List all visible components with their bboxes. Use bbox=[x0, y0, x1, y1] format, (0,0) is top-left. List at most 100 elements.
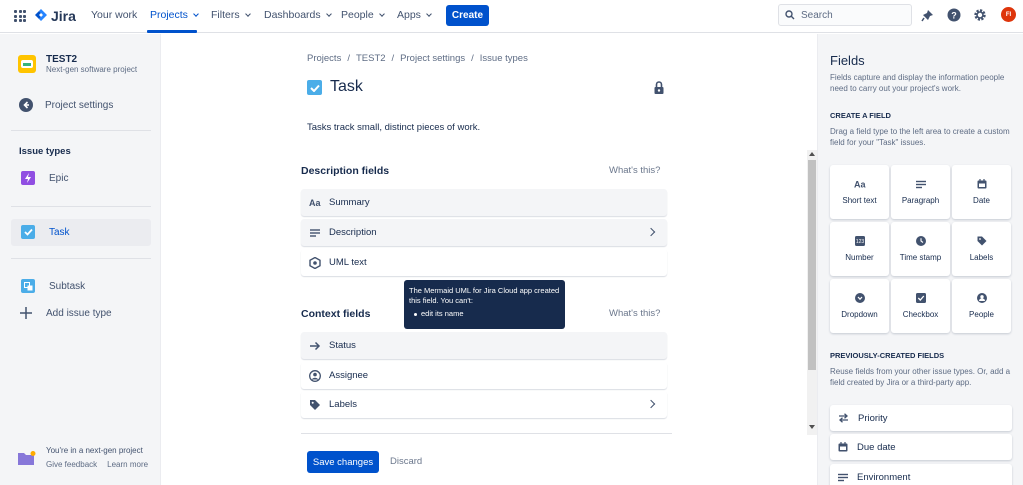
nav-active-indicator bbox=[147, 30, 197, 33]
app-switcher-icon[interactable] bbox=[14, 10, 26, 22]
back-to-project-settings[interactable]: Project settings bbox=[19, 98, 113, 112]
sidebar-item-subtask[interactable]: Subtask bbox=[21, 279, 85, 293]
nav-people[interactable]: People bbox=[341, 9, 386, 21]
project-type: Next-gen software project bbox=[46, 65, 138, 74]
give-feedback-link[interactable]: Give feedback bbox=[46, 460, 97, 469]
sidebar-item-task[interactable]: Task bbox=[21, 225, 70, 239]
sidebar-item-task-label: Task bbox=[49, 226, 70, 238]
field-row-labels[interactable]: Labels bbox=[301, 391, 667, 418]
sidebar-divider bbox=[11, 130, 151, 131]
discard-button[interactable]: Discard bbox=[390, 456, 422, 467]
search-icon bbox=[785, 10, 795, 20]
previous-field-environment[interactable]: Environment bbox=[830, 464, 1012, 485]
scroll-up-arrow-icon[interactable] bbox=[809, 152, 815, 156]
save-changes-button[interactable]: Save changes bbox=[307, 451, 379, 473]
nav-dashboards-label: Dashboards bbox=[264, 9, 321, 21]
tooltip-restrictions-list: edit its name bbox=[409, 309, 560, 319]
svg-text:123: 123 bbox=[855, 239, 864, 245]
settings-gear-icon[interactable] bbox=[972, 7, 988, 23]
short-text-icon: Aa bbox=[309, 198, 321, 208]
field-type-date[interactable]: Date bbox=[952, 165, 1011, 219]
chevron-right-icon[interactable] bbox=[646, 399, 656, 409]
lock-icon[interactable] bbox=[654, 81, 664, 94]
page-title[interactable]: Task bbox=[330, 78, 363, 96]
breadcrumb-issue-types[interactable]: Issue types bbox=[480, 53, 528, 64]
app-field-tooltip: The Mermaid UML for Jira Cloud app creat… bbox=[404, 280, 565, 329]
field-type-label: Time stamp bbox=[899, 253, 942, 262]
nav-dashboards[interactable]: Dashboards bbox=[264, 9, 333, 21]
field-assignee-label: Assignee bbox=[329, 370, 369, 381]
field-type-checkbox[interactable]: Checkbox bbox=[891, 279, 950, 333]
jira-logo[interactable]: Jira bbox=[35, 8, 76, 24]
search-placeholder: Search bbox=[801, 9, 833, 21]
field-type-label: Date bbox=[973, 196, 990, 205]
app-field-hexagon-icon bbox=[309, 256, 321, 269]
svg-text:Aa: Aa bbox=[854, 180, 866, 190]
issue-types-heading: Issue types bbox=[19, 146, 71, 157]
task-checkbox-icon bbox=[307, 80, 322, 95]
arrow-right-icon bbox=[310, 341, 321, 350]
issue-type-description[interactable]: Tasks track small, distinct pieces of wo… bbox=[307, 122, 480, 133]
whats-this-link[interactable]: What's this? bbox=[609, 308, 660, 319]
field-row-uml-text[interactable]: UML text bbox=[301, 249, 667, 276]
nav-projects[interactable]: Projects bbox=[150, 9, 200, 21]
field-type-people[interactable]: People bbox=[952, 279, 1011, 333]
add-issue-type-button[interactable]: Add issue type bbox=[19, 306, 112, 320]
field-type-dropdown[interactable]: Dropdown bbox=[830, 279, 889, 333]
breadcrumb-project[interactable]: TEST2 bbox=[356, 53, 386, 64]
nav-your-work[interactable]: Your work bbox=[91, 9, 137, 21]
notifications-icon[interactable] bbox=[919, 7, 935, 23]
checkbox-icon bbox=[915, 293, 926, 303]
field-type-label: Short text bbox=[842, 196, 877, 205]
field-type-label: Dropdown bbox=[841, 310, 878, 319]
nav-your-work-label: Your work bbox=[91, 9, 138, 21]
paragraph-icon bbox=[310, 228, 320, 237]
chevron-down-icon bbox=[244, 10, 251, 17]
scroll-down-arrow-icon[interactable] bbox=[809, 425, 815, 429]
create-button[interactable]: Create bbox=[446, 5, 489, 26]
task-checkbox-icon bbox=[21, 225, 35, 239]
field-type-number[interactable]: 123 Number bbox=[830, 222, 889, 276]
field-type-short-text[interactable]: Aa Short text bbox=[830, 165, 889, 219]
field-row-assignee[interactable]: Assignee bbox=[301, 362, 667, 389]
field-type-time-stamp[interactable]: Time stamp bbox=[891, 222, 950, 276]
tag-icon bbox=[310, 399, 320, 410]
jira-logo-text: Jira bbox=[51, 8, 76, 24]
nav-filters[interactable]: Filters bbox=[211, 9, 252, 21]
search-input[interactable]: Search bbox=[778, 4, 912, 26]
breadcrumb-project-settings[interactable]: Project settings bbox=[400, 53, 465, 64]
project-name[interactable]: TEST2 bbox=[46, 54, 77, 65]
breadcrumb-separator: / bbox=[391, 53, 395, 64]
field-row-summary[interactable]: Aa Summary bbox=[301, 189, 667, 216]
field-type-paragraph[interactable]: Paragraph bbox=[891, 165, 950, 219]
fields-panel: Fields Fields capture and display the in… bbox=[817, 34, 1023, 485]
chevron-right-icon[interactable] bbox=[646, 227, 656, 237]
help-icon[interactable]: ? bbox=[946, 7, 962, 23]
field-labels-label: Labels bbox=[329, 399, 357, 410]
field-row-status[interactable]: Status bbox=[301, 332, 667, 359]
user-avatar[interactable]: FI bbox=[1001, 7, 1016, 22]
chevron-down-icon bbox=[426, 10, 432, 17]
nav-filters-label: Filters bbox=[211, 9, 240, 21]
main-scrollbar-thumb[interactable] bbox=[808, 160, 816, 370]
field-type-label: Number bbox=[845, 253, 874, 262]
fields-panel-title: Fields bbox=[830, 53, 865, 68]
paragraph-icon bbox=[915, 179, 926, 189]
previous-field-label: Priority bbox=[858, 412, 888, 424]
dropdown-icon bbox=[854, 293, 865, 303]
field-type-label: Checkbox bbox=[902, 310, 939, 319]
breadcrumb-projects[interactable]: Projects bbox=[307, 53, 341, 64]
calendar-icon bbox=[977, 179, 987, 189]
project-sidebar: TEST2 Next-gen software project Project … bbox=[0, 34, 161, 485]
previous-field-due-date[interactable]: Due date bbox=[830, 434, 1012, 460]
sidebar-item-epic-label: Epic bbox=[49, 172, 69, 184]
sidebar-item-epic[interactable]: Epic bbox=[21, 171, 68, 185]
previously-created-heading: PREVIOUSLY-CREATED FIELDS bbox=[830, 351, 945, 360]
whats-this-link[interactable]: What's this? bbox=[609, 165, 660, 176]
previous-field-priority[interactable]: Priority bbox=[830, 405, 1012, 431]
nav-apps[interactable]: Apps bbox=[397, 9, 433, 21]
learn-more-link[interactable]: Learn more bbox=[107, 460, 148, 469]
field-type-labels[interactable]: Labels bbox=[952, 222, 1011, 276]
field-row-description[interactable]: Description bbox=[301, 219, 667, 246]
svg-text:Aa: Aa bbox=[309, 198, 321, 208]
